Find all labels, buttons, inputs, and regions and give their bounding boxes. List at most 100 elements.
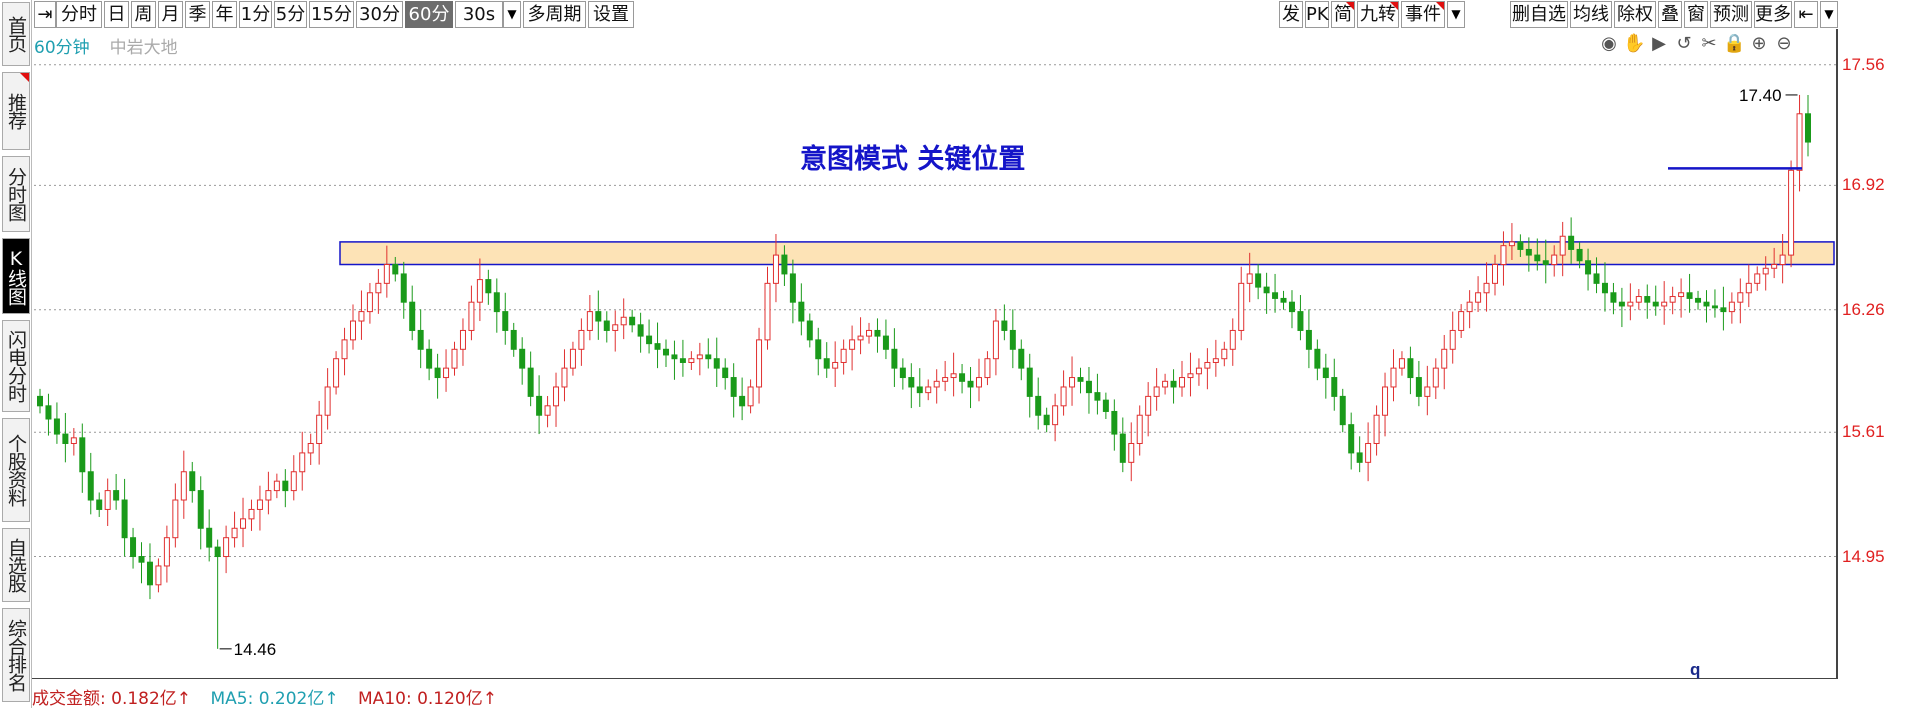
turnover-label: 成交金额: 0.182亿↑ bbox=[32, 689, 192, 708]
price-tick-label: 14.95 bbox=[1842, 546, 1885, 566]
candle-body bbox=[1094, 392, 1101, 401]
candle-body bbox=[1035, 395, 1042, 416]
candle-body bbox=[383, 264, 390, 284]
candle-body bbox=[1466, 301, 1473, 313]
sidebar-tab-label: 闪电分时 bbox=[5, 330, 27, 402]
candle-body bbox=[696, 354, 703, 360]
candle-body bbox=[806, 320, 813, 341]
candle-body bbox=[874, 329, 881, 337]
candle-body bbox=[426, 348, 433, 369]
candle-body bbox=[468, 301, 475, 331]
candle-body bbox=[62, 433, 69, 444]
candle-body bbox=[992, 320, 999, 360]
candle-body bbox=[358, 311, 365, 322]
candle-body bbox=[1077, 377, 1084, 382]
ma5-label: MA5: 0.202亿↑ bbox=[210, 689, 339, 708]
price-tick-label: 15.61 bbox=[1842, 422, 1885, 442]
candle-body bbox=[1373, 414, 1380, 444]
sidebar-tab-label: 综合排名 bbox=[5, 619, 27, 691]
candle-body bbox=[527, 367, 534, 397]
candle-body bbox=[417, 329, 424, 350]
sidebar-tab-label: K线图 bbox=[5, 247, 27, 305]
candle-body bbox=[349, 320, 356, 341]
candle-body bbox=[1043, 414, 1050, 426]
candle-body bbox=[942, 377, 949, 382]
app-window: 首页 推荐 分时图 K线图 闪电分时 个股资料 自选股 综合排名 ⇥ 分时日周月季年 1分 5分 1… bbox=[0, 0, 1920, 708]
candle-body bbox=[1525, 248, 1532, 256]
candle-body bbox=[1272, 292, 1279, 299]
candle-body bbox=[1720, 307, 1727, 313]
candle-body bbox=[1018, 348, 1025, 369]
candle-body bbox=[130, 537, 137, 558]
candle-body bbox=[1331, 377, 1338, 397]
candle-body bbox=[1026, 367, 1033, 397]
candle-body bbox=[1322, 367, 1329, 379]
candle-body bbox=[1711, 305, 1718, 309]
candle-body bbox=[916, 386, 923, 394]
sidebar-tab-4[interactable]: 闪电分时 bbox=[2, 320, 30, 412]
candle-body bbox=[553, 386, 560, 407]
candle-body bbox=[434, 367, 441, 379]
candle-body bbox=[789, 273, 796, 303]
candle-body bbox=[1356, 452, 1363, 463]
candle-body bbox=[840, 348, 847, 363]
candle-body bbox=[722, 367, 729, 379]
price-tick-label: 16.26 bbox=[1842, 299, 1885, 319]
candle-body bbox=[1314, 348, 1321, 369]
candle-body bbox=[1212, 358, 1219, 363]
candle-body bbox=[1145, 395, 1152, 416]
candle-body bbox=[1119, 433, 1126, 463]
candle-body bbox=[1179, 377, 1186, 388]
candle-body bbox=[1204, 361, 1211, 369]
candle-body bbox=[1432, 367, 1439, 388]
candle-body bbox=[299, 452, 306, 473]
candle-body bbox=[586, 311, 593, 331]
candle-body bbox=[730, 377, 737, 397]
sidebar-tab-6[interactable]: 自选股 bbox=[2, 528, 30, 602]
candle-body bbox=[45, 405, 52, 420]
candle-body bbox=[70, 437, 77, 444]
sidebar-tab-2[interactable]: 分时图 bbox=[2, 156, 30, 232]
candle-body bbox=[476, 279, 483, 303]
candle-body bbox=[1568, 235, 1575, 250]
annotation-title: 意图模式 关键位置 bbox=[800, 143, 1025, 175]
sidebar-tab-1[interactable]: 推荐 bbox=[2, 72, 30, 150]
candle-body bbox=[1805, 113, 1811, 143]
candle-body bbox=[1745, 282, 1752, 294]
candle-body bbox=[984, 358, 991, 379]
candle-body bbox=[654, 343, 661, 350]
candle-body bbox=[1009, 329, 1016, 350]
candle-body bbox=[333, 358, 340, 388]
price-tick-label: 16.92 bbox=[1842, 175, 1885, 195]
candle-body bbox=[671, 354, 678, 360]
candle-body bbox=[231, 527, 238, 539]
sidebar-tab-label: 个股资料 bbox=[5, 434, 27, 506]
sidebar-tab-3[interactable]: K线图 bbox=[2, 238, 30, 314]
sidebar-tab-5[interactable]: 个股资料 bbox=[2, 418, 30, 522]
candle-body bbox=[1102, 399, 1109, 412]
candle-body bbox=[375, 282, 382, 294]
ma10-label: MA10: 0.120亿↑ bbox=[358, 689, 497, 708]
candle-body bbox=[629, 316, 636, 326]
candle-body bbox=[409, 301, 416, 331]
candle-body bbox=[392, 264, 399, 275]
sidebar-tab-label: 自选股 bbox=[5, 538, 27, 592]
candle-body bbox=[882, 335, 889, 350]
candle-body bbox=[324, 386, 331, 416]
sidebar-tab-7[interactable]: 综合排名 bbox=[2, 608, 30, 702]
candle-body bbox=[1754, 273, 1761, 284]
candle-body bbox=[1576, 248, 1583, 262]
sidebar-tab-0[interactable]: 首页 bbox=[2, 2, 30, 66]
candle-body bbox=[1534, 254, 1541, 262]
candle-body bbox=[1128, 442, 1135, 463]
candle-body bbox=[544, 405, 551, 416]
candle-body bbox=[1500, 245, 1507, 266]
candle-body bbox=[1492, 264, 1499, 284]
candle-body bbox=[163, 537, 170, 567]
kline-chart[interactable]: 17.40 14.46 意图模式 关键位置 q bbox=[32, 0, 1838, 680]
candle-body bbox=[1415, 377, 1422, 397]
candle-body bbox=[1085, 380, 1092, 394]
candle-body bbox=[400, 273, 407, 303]
candle-body bbox=[1661, 301, 1668, 307]
candle-body bbox=[1771, 264, 1778, 269]
